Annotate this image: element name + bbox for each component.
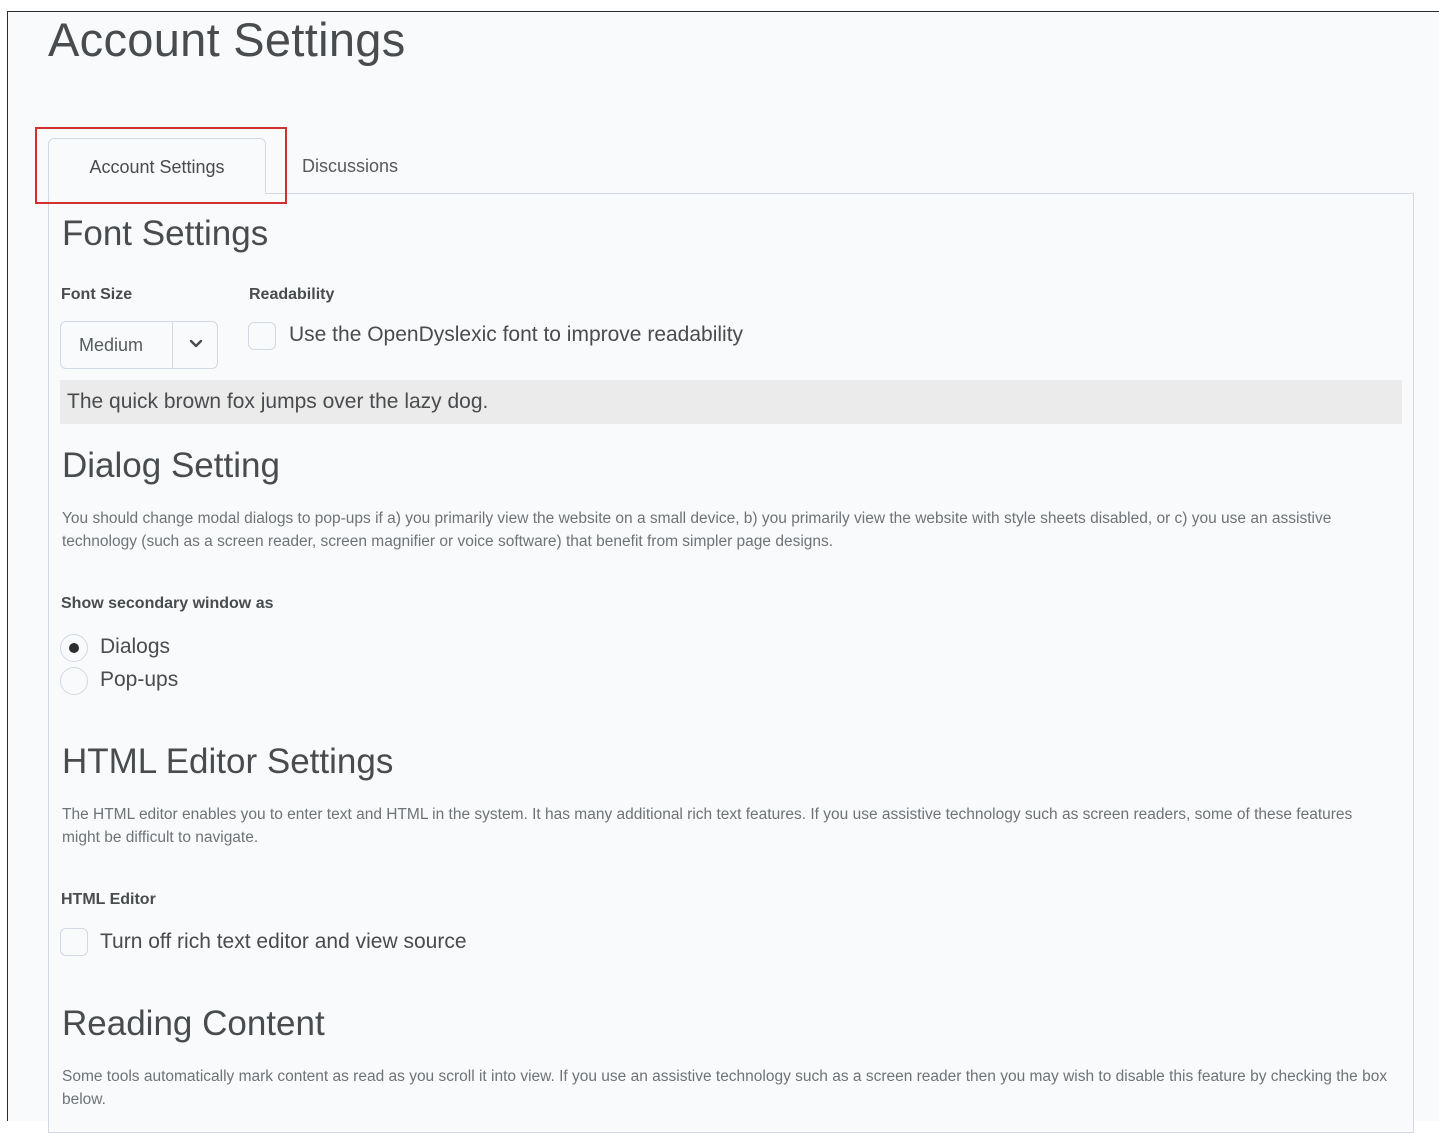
tab-discussions[interactable]: Discussions: [302, 138, 398, 194]
popups-radio[interactable]: [60, 667, 88, 695]
chevron-down-icon: [189, 339, 203, 348]
select-divider: [172, 322, 173, 368]
html-editor-description: The HTML editor enables you to enter tex…: [62, 806, 1353, 846]
opendyslexic-label: Use the OpenDyslexic font to improve rea…: [289, 323, 744, 346]
font-size-select-value: Medium: [79, 335, 144, 355]
dialogs-radio[interactable]: [60, 634, 88, 662]
opendyslexic-checkbox[interactable]: [248, 322, 276, 350]
rich-text-off-checkbox[interactable]: [60, 928, 88, 956]
reading-content-heading: Reading Content: [62, 1004, 325, 1043]
reading-content-description: Some tools automatically mark content as…: [62, 1068, 1388, 1108]
readability-label: Readability: [249, 286, 335, 303]
dialog-setting-description: You should change modal dialogs to pop-u…: [62, 510, 1332, 550]
rich-text-off-label: Turn off rich text editor and view sourc…: [100, 930, 467, 953]
font-size-select[interactable]: Medium: [60, 321, 218, 369]
html-editor-settings-heading: HTML Editor Settings: [62, 742, 394, 781]
html-editor-label: HTML Editor: [61, 891, 156, 908]
dialog-setting-heading: Dialog Setting: [62, 446, 280, 485]
popups-radio-label: Pop-ups: [100, 668, 179, 691]
font-preview: The quick brown fox jumps over the lazy …: [60, 380, 1402, 424]
page-title: Account Settings: [48, 13, 406, 66]
font-preview-text: The quick brown fox jumps over the lazy …: [67, 390, 489, 413]
radio-selected-dot: [69, 643, 79, 653]
tab-account-settings[interactable]: Account Settings: [48, 138, 266, 194]
font-settings-heading: Font Settings: [62, 214, 269, 253]
dialogs-radio-label: Dialogs: [100, 635, 171, 658]
font-size-label: Font Size: [61, 286, 133, 303]
show-secondary-window-label: Show secondary window as: [61, 595, 274, 612]
